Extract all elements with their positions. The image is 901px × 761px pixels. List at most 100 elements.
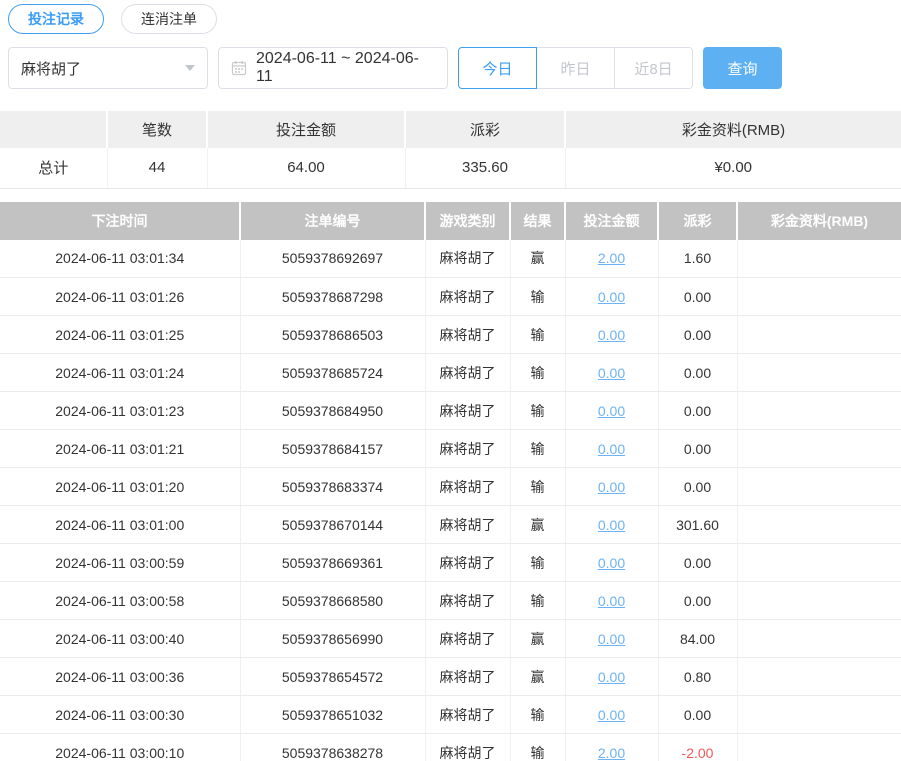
result-cell: 输	[510, 581, 566, 620]
bet-amount-link[interactable]: 0.00	[598, 365, 625, 381]
game-type-cell: 麻将胡了	[425, 733, 511, 761]
summary-header-empty	[0, 111, 108, 148]
summary-header-bet-amount: 投注金额	[207, 111, 406, 148]
bet-amount-link[interactable]: 0.00	[598, 555, 625, 571]
bet-amount-link[interactable]: 0.00	[598, 479, 625, 495]
bet-amount-link[interactable]: 0.00	[598, 289, 625, 305]
bet-time-cell: 2024-06-11 03:00:59	[0, 543, 241, 582]
chevron-down-icon	[185, 65, 195, 71]
today-button[interactable]: 今日	[458, 47, 537, 89]
payout-cell: 0.00	[658, 391, 738, 430]
order-no-cell: 5059378684950	[240, 391, 426, 430]
bet-amount-link[interactable]: 0.00	[598, 441, 625, 457]
table-row: 2024-06-11 03:00:10 5059378638278 麻将胡了输 2.0…	[0, 733, 901, 761]
records-header-row: 下注时间 注单编号 游戏类别 结果 投注金额 派彩 彩金资料(RMB)	[0, 201, 901, 240]
table-row: 2024-06-11 03:01:21 5059378684157 麻将胡了输 0.0…	[0, 429, 901, 468]
bet-time-cell: 2024-06-11 03:01:25	[0, 315, 241, 354]
bonus-cell	[737, 695, 901, 734]
payout-cell: 1.60	[658, 239, 738, 278]
payout-cell: 0.00	[658, 315, 738, 354]
table-row: 2024-06-11 03:00:40 5059378656990 麻将胡了赢 0.0…	[0, 619, 901, 658]
date-range-value: 2024-06-11 ~ 2024-06-11	[256, 50, 419, 85]
game-type-cell: 麻将胡了	[425, 391, 511, 430]
bonus-cell	[737, 581, 901, 620]
order-no-cell: 5059378686503	[240, 315, 426, 354]
game-type-cell: 麻将胡了	[425, 239, 511, 278]
date-range-input[interactable]: 2024-06-11 ~ 2024-06-11	[218, 47, 448, 89]
result-cell: 输	[510, 391, 566, 430]
game-type-cell: 麻将胡了	[425, 543, 511, 582]
order-no-cell: 5059378683374	[240, 467, 426, 506]
result-cell: 输	[510, 733, 566, 761]
bet-amount-link[interactable]: 0.00	[598, 593, 625, 609]
game-type-cell: 麻将胡了	[425, 353, 511, 392]
order-no-cell: 5059378684157	[240, 429, 426, 468]
query-button[interactable]: 查询	[703, 47, 782, 89]
game-type-cell: 麻将胡了	[425, 467, 511, 506]
table-row: 2024-06-11 03:01:23 5059378684950 麻将胡了输 0.0…	[0, 391, 901, 430]
tab-cancelled-orders[interactable]: 连消注单	[121, 4, 217, 34]
summary-total-bonus: ¥0.00	[565, 148, 901, 189]
result-cell: 输	[510, 467, 566, 506]
col-header-payout: 派彩	[658, 201, 738, 240]
game-type-cell: 麻将胡了	[425, 581, 511, 620]
col-header-bet-time: 下注时间	[0, 201, 241, 240]
yesterday-button[interactable]: 昨日	[536, 47, 615, 89]
table-row: 2024-06-11 03:01:26 5059378687298 麻将胡了输 0.0…	[0, 277, 901, 316]
last-8-days-button[interactable]: 近8日	[614, 47, 693, 89]
col-header-bonus: 彩金资料(RMB)	[737, 201, 901, 240]
payout-cell: 0.00	[658, 543, 738, 582]
order-no-cell: 5059378656990	[240, 619, 426, 658]
bet-amount-link[interactable]: 0.00	[598, 707, 625, 723]
table-row: 2024-06-11 03:00:30 5059378651032 麻将胡了输 0.0…	[0, 695, 901, 734]
bet-amount-cell: 0.00	[565, 695, 659, 734]
bet-time-cell: 2024-06-11 03:01:20	[0, 467, 241, 506]
bet-time-cell: 2024-06-11 03:01:26	[0, 277, 241, 316]
tab-bet-records[interactable]: 投注记录	[8, 4, 104, 34]
bonus-cell	[737, 505, 901, 544]
filter-bar: 麻将胡了 2024-06-11 ~ 2024-06-11 今日 昨日 近8日 查…	[8, 47, 901, 89]
bonus-cell	[737, 239, 901, 278]
table-row: 2024-06-11 03:00:36 5059378654572 麻将胡了赢 0.0…	[0, 657, 901, 696]
bet-amount-link[interactable]: 0.00	[598, 631, 625, 647]
bonus-cell	[737, 429, 901, 468]
bet-amount-cell: 0.00	[565, 277, 659, 316]
summary-table: 笔数 投注金额 派彩 彩金资料(RMB) 总计 44 64.00 335.60 …	[0, 111, 901, 189]
result-cell: 赢	[510, 619, 566, 658]
game-type-cell: 麻将胡了	[425, 429, 511, 468]
game-select[interactable]: 麻将胡了	[8, 47, 208, 89]
summary-header-row: 笔数 投注金额 派彩 彩金资料(RMB)	[0, 111, 901, 148]
payout-cell: 0.00	[658, 353, 738, 392]
summary-header-payout: 派彩	[405, 111, 566, 148]
bet-amount-link[interactable]: 0.00	[598, 669, 625, 685]
top-tabs: 投注记录 连消注单	[0, 0, 901, 34]
bonus-cell	[737, 543, 901, 582]
col-header-result: 结果	[510, 201, 566, 240]
bet-amount-cell: 0.00	[565, 315, 659, 354]
bet-amount-link[interactable]: 0.00	[598, 403, 625, 419]
result-cell: 赢	[510, 505, 566, 544]
bet-time-cell: 2024-06-11 03:00:30	[0, 695, 241, 734]
calendar-icon	[231, 60, 247, 76]
bet-amount-link[interactable]: 0.00	[598, 517, 625, 533]
bonus-cell	[737, 277, 901, 316]
payout-cell: 84.00	[658, 619, 738, 658]
col-header-order-no: 注单编号	[240, 201, 426, 240]
bonus-cell	[737, 619, 901, 658]
bet-amount-cell: 2.00	[565, 239, 659, 278]
bet-amount-link[interactable]: 2.00	[598, 745, 625, 761]
summary-total-payout: 335.60	[405, 148, 566, 189]
payout-cell: 0.00	[658, 581, 738, 620]
table-row: 2024-06-11 03:01:00 5059378670144 麻将胡了赢 0.0…	[0, 505, 901, 544]
bet-amount-cell: 0.00	[565, 391, 659, 430]
col-header-game-type: 游戏类别	[425, 201, 511, 240]
bet-amount-cell: 0.00	[565, 467, 659, 506]
order-no-cell: 5059378670144	[240, 505, 426, 544]
result-cell: 输	[510, 695, 566, 734]
bet-amount-link[interactable]: 0.00	[598, 327, 625, 343]
bet-amount-link[interactable]: 2.00	[598, 250, 625, 266]
payout-cell: 0.00	[658, 277, 738, 316]
order-no-cell: 5059378687298	[240, 277, 426, 316]
bet-time-cell: 2024-06-11 03:00:10	[0, 733, 241, 761]
bet-time-cell: 2024-06-11 03:00:36	[0, 657, 241, 696]
